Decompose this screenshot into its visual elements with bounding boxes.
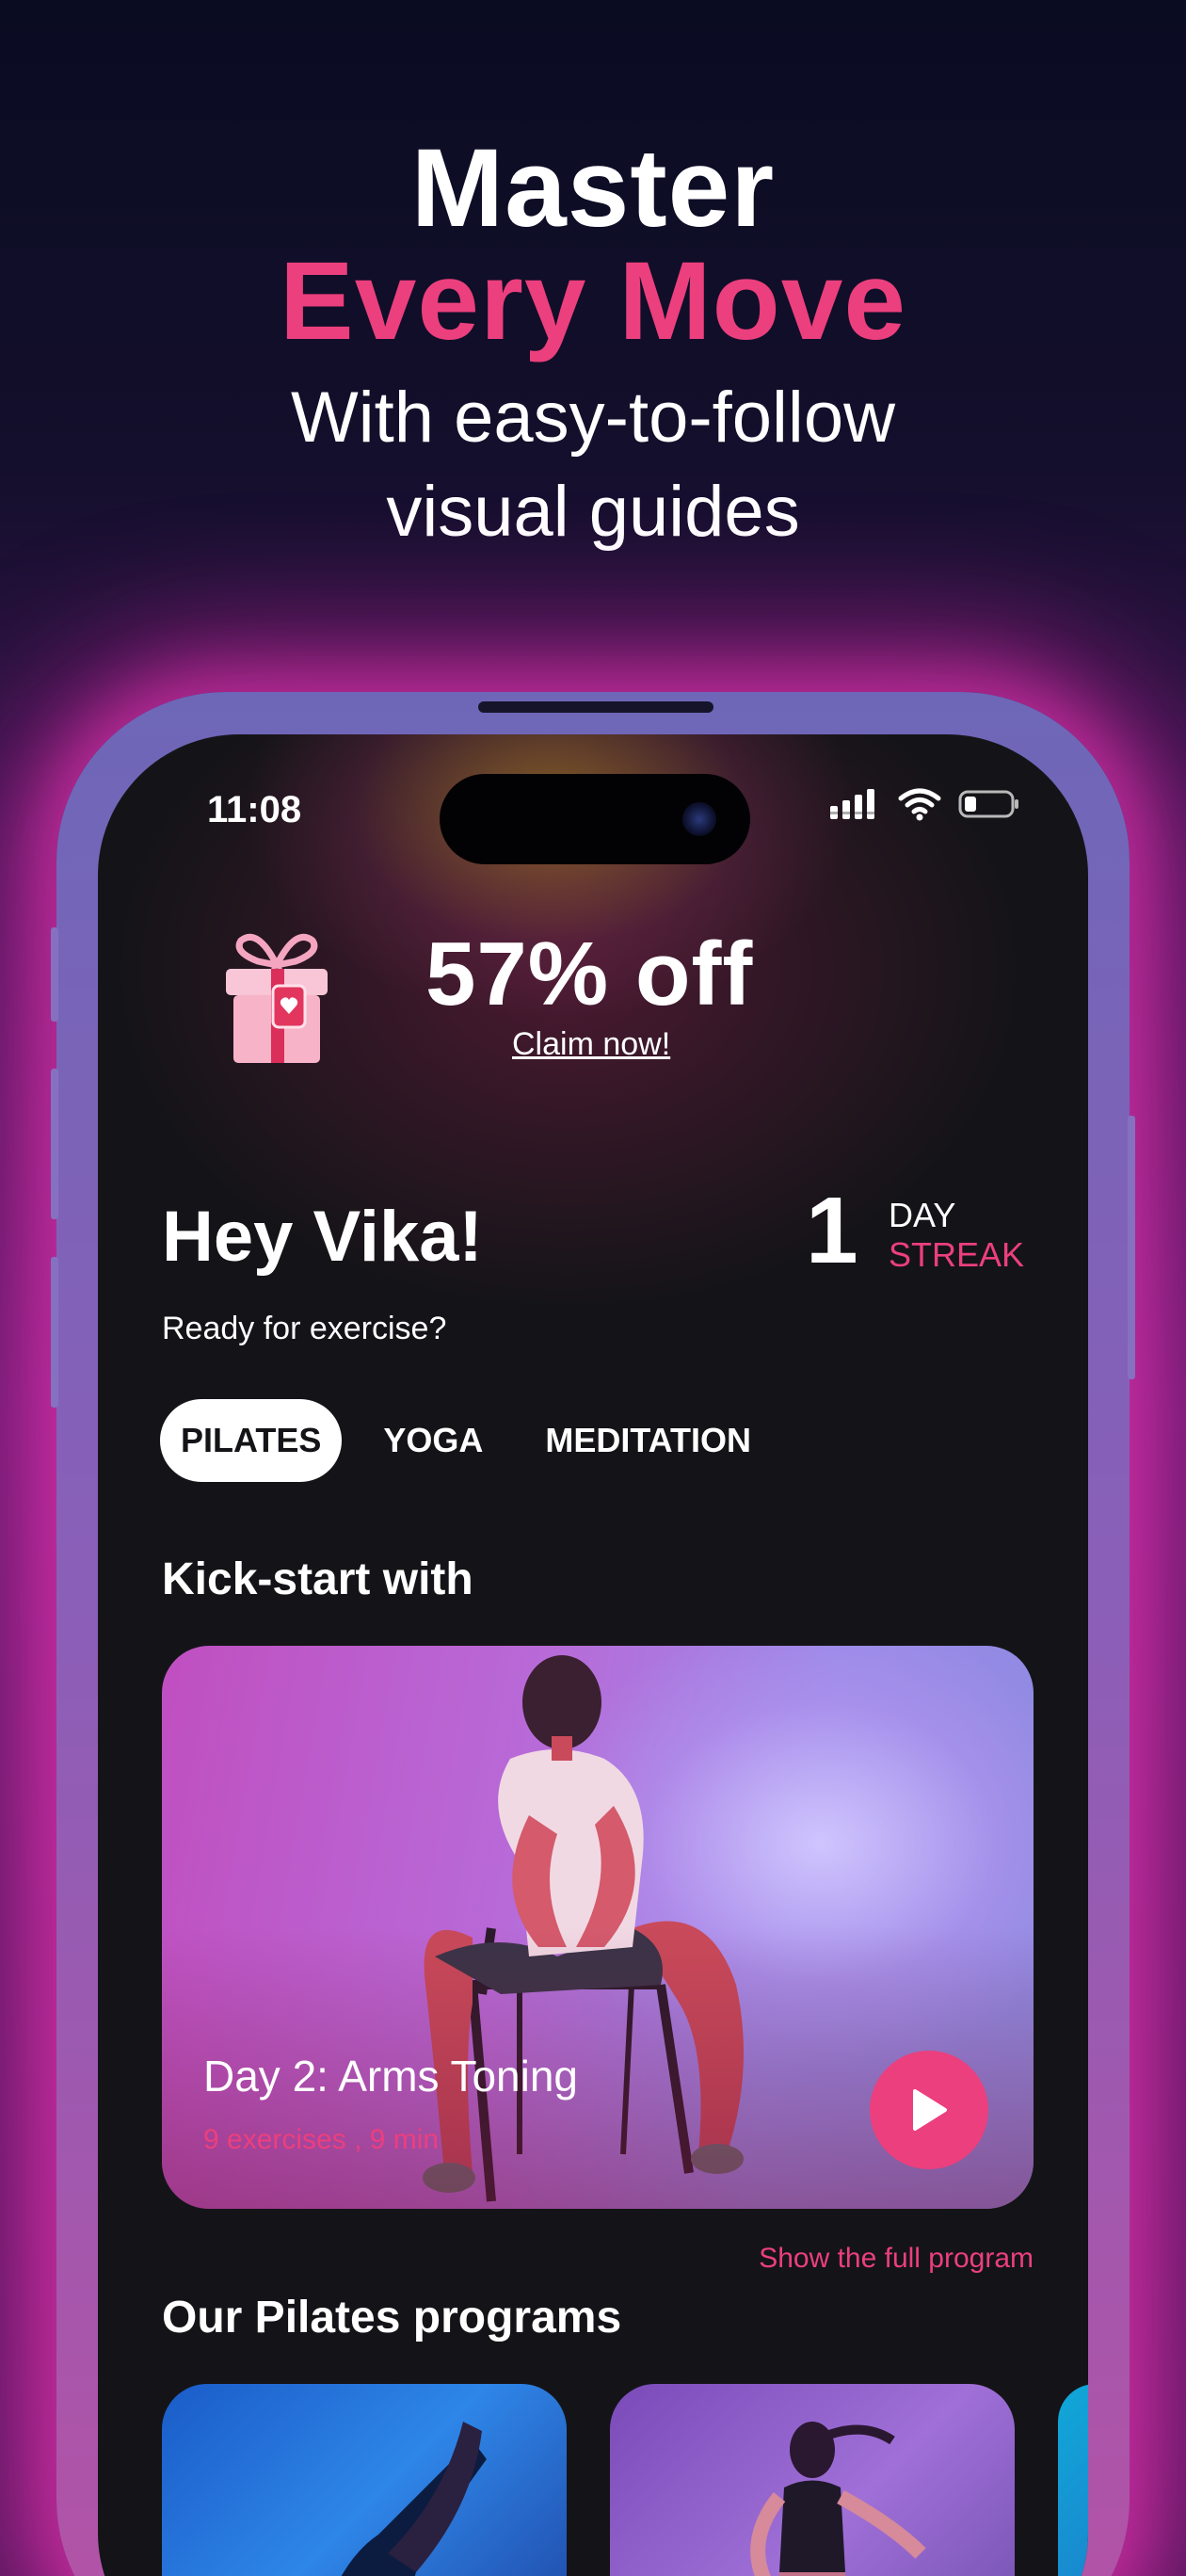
play-icon	[913, 2089, 947, 2131]
phone-frame: 11:08 57% off Claim now! Hey Vika! Ready…	[51, 692, 1135, 2576]
wifi-icon	[898, 788, 941, 821]
headline-line-1: Master	[410, 126, 776, 250]
program-card[interactable]	[1058, 2384, 1088, 2576]
promo-discount-title: 57% off	[425, 924, 754, 1024]
phone-speaker-bar	[478, 701, 713, 713]
streak-count: 1	[806, 1178, 858, 1283]
workout-meta: 9 exercises , 9 min	[203, 2124, 440, 2155]
status-icons	[830, 787, 1020, 821]
headline-line-2: Every Move	[280, 239, 906, 363]
phone-side-button	[1128, 1116, 1135, 1379]
play-button[interactable]	[870, 2051, 988, 2169]
phone-side-button	[51, 927, 58, 1022]
headline-line-4: visual guides	[386, 472, 800, 552]
streak-label: STREAK	[889, 1235, 1025, 1274]
program-card[interactable]	[610, 2384, 1015, 2576]
status-time: 11:08	[207, 789, 302, 830]
program-photo	[341, 2422, 487, 2576]
camera-icon	[682, 802, 716, 836]
cellular-signal-icon	[830, 789, 874, 819]
phone-side-button	[51, 1069, 58, 1219]
program-photo	[750, 2422, 926, 2576]
program-card[interactable]	[162, 2384, 567, 2576]
kickstart-section-title: Kick-start with	[162, 1554, 473, 1604]
streak-day-label: DAY	[889, 1196, 956, 1234]
programs-section-title: Our Pilates programs	[162, 2293, 622, 2343]
tab-meditation[interactable]: MEDITATION	[524, 1399, 772, 1482]
show-full-program-link[interactable]: Show the full program	[759, 2243, 1034, 2275]
app-screen: 11:08 57% off Claim now! Hey Vika! Ready…	[98, 734, 1088, 2576]
category-tabs: PILATES YOGA MEDITATION	[160, 1399, 793, 1482]
tab-pilates[interactable]: PILATES	[160, 1399, 343, 1482]
battery-icon	[958, 790, 1018, 818]
phone-side-button	[51, 1257, 58, 1408]
dynamic-island	[440, 774, 750, 864]
gift-icon[interactable]	[220, 927, 333, 1069]
kickstart-workout-card[interactable]: Day 2: Arms Toning 9 exercises , 9 min	[162, 1646, 1034, 2209]
greeting-title: Hey Vika!	[162, 1197, 483, 1277]
marketing-headline: Master Every Move With easy-to-follow vi…	[0, 132, 1186, 559]
headline-line-3: With easy-to-follow	[291, 378, 895, 458]
claim-now-link[interactable]: Claim now!	[512, 1026, 670, 1063]
greeting-subtitle: Ready for exercise?	[162, 1311, 447, 1346]
tab-yoga[interactable]: YOGA	[362, 1399, 504, 1482]
workout-title: Day 2: Arms Toning	[203, 2052, 579, 2101]
